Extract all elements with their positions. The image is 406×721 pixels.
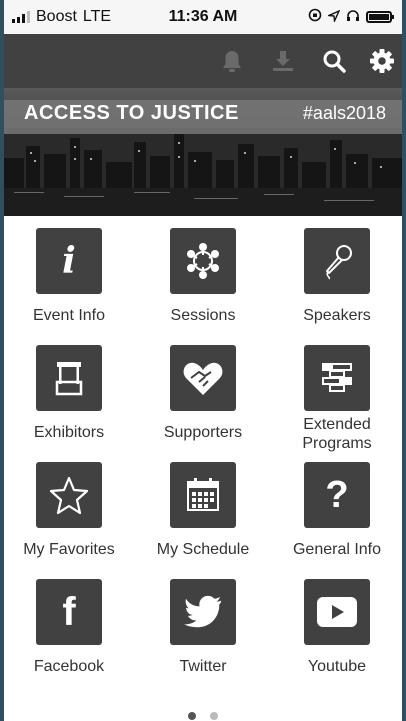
tile-label: Exhibitors [33,424,105,441]
banner-title: ACCESS TO JUSTICE [24,102,239,124]
tile-label: Event Info [32,307,106,324]
search-icon[interactable] [320,47,348,75]
tile-label: Facebook [33,658,105,675]
city-skyline-image [4,128,402,216]
tile-extended-programs[interactable]: Extended Programs [270,345,402,462]
tile-my-schedule[interactable]: My Schedule [136,462,270,579]
tile-twitter[interactable]: Twitter [136,579,270,696]
twitter-icon [170,579,236,645]
banner-hashtag: #aals2018 [302,103,386,123]
youtube-icon [304,579,370,645]
tile-facebook[interactable]: f Facebook [4,579,136,696]
tile-label: General Info [292,541,382,558]
tile-label: My Schedule [156,541,250,558]
booth-icon [36,345,102,411]
blocks-icon [304,345,370,411]
tile-general-info[interactable]: ? General Info [270,462,402,579]
battery-icon [366,10,394,23]
question-icon: ? [304,462,370,528]
network-icon [170,228,236,294]
event-banner: ACCESS TO JUSTICE #aals2018 [4,88,402,216]
facebook-icon: f [36,579,102,645]
tile-sessions[interactable]: Sessions [136,228,270,345]
tile-label: Sessions [170,307,236,324]
location-icon [326,9,341,25]
calendar-icon [170,462,236,528]
menu-grid: i Event Info Sessions Speakers Exhibitor… [4,228,402,696]
bell-icon[interactable] [218,47,246,75]
page-dot-active[interactable] [188,712,196,720]
microphone-icon [304,228,370,294]
star-icon [36,462,102,528]
tile-label: Supporters [163,424,243,441]
tile-label: Extended Programs [302,416,372,452]
download-icon[interactable] [269,47,297,75]
tile-youtube[interactable]: Youtube [270,579,402,696]
tile-exhibitors[interactable]: Exhibitors [4,345,136,462]
gear-icon[interactable] [368,47,396,75]
tile-speakers[interactable]: Speakers [270,228,402,345]
app-frame: Boost LTE 11:36 AM ACCESS TO JUSTICE #aa… [0,0,406,721]
status-bar: Boost LTE 11:36 AM [4,0,402,34]
rotation-lock-icon [308,8,322,25]
info-icon: i [36,228,102,294]
tile-label: Speakers [303,307,371,324]
tile-my-favorites[interactable]: My Favorites [4,462,136,579]
tile-supporters[interactable]: Supporters [136,345,270,462]
tile-label: My Favorites [23,541,115,558]
handshake-heart-icon [170,345,236,411]
page-indicator [4,712,402,720]
tile-event-info[interactable]: i Event Info [4,228,136,345]
tile-label: Twitter [179,658,227,675]
status-icons [308,8,394,25]
headphones-icon [346,9,360,25]
page-dot[interactable] [210,712,218,720]
top-toolbar [4,34,402,88]
tile-label: Youtube [307,658,367,675]
